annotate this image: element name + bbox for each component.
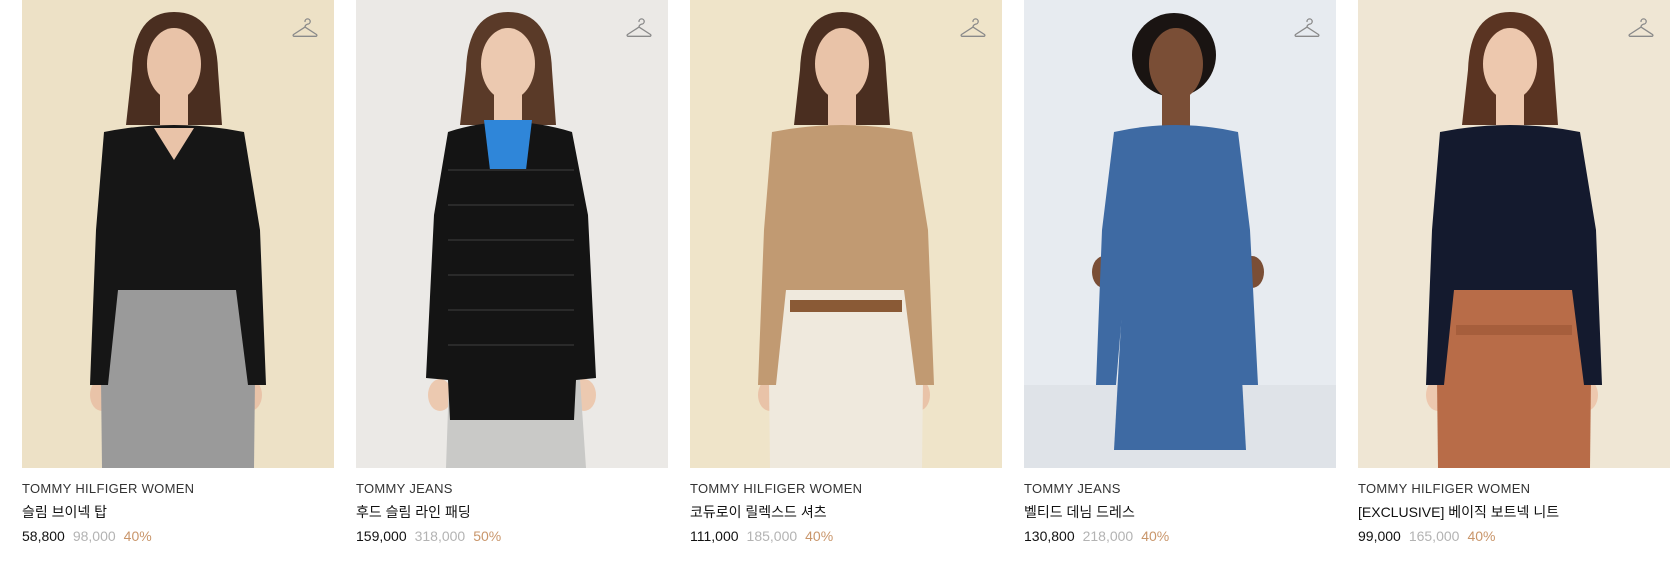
original-price: 218,000 [1082, 528, 1134, 544]
product-prices: 58,800 98,000 40% [22, 527, 334, 545]
original-price: 318,000 [414, 528, 466, 544]
original-price: 98,000 [72, 528, 116, 544]
product-brand[interactable]: TOMMY HILFIGER WOMEN [22, 481, 334, 497]
hanger-icon[interactable] [1628, 16, 1654, 40]
product-brand[interactable]: TOMMY JEANS [356, 481, 668, 497]
hanger-icon[interactable] [1294, 16, 1320, 40]
sale-price: 99,000 [1358, 528, 1401, 544]
sale-price: 111,000 [690, 528, 739, 544]
original-price: 165,000 [1408, 528, 1460, 544]
original-price: 185,000 [746, 528, 798, 544]
product-card[interactable]: TOMMY HILFIGER WOMEN [EXCLUSIVE] 베이직 보트넥 … [1358, 0, 1670, 545]
product-prices: 159,000 318,000 50% [356, 527, 668, 545]
product-prices: 99,000 165,000 40% [1358, 527, 1670, 545]
product-name[interactable]: [EXCLUSIVE] 베이직 보트넥 니트 [1358, 503, 1670, 521]
product-image[interactable] [1358, 0, 1670, 468]
product-prices: 130,800 218,000 40% [1024, 527, 1336, 545]
discount-rate: 40% [1467, 528, 1496, 544]
sale-price: 130,800 [1024, 528, 1075, 544]
sale-price: 58,800 [22, 528, 65, 544]
hanger-icon[interactable] [626, 16, 652, 40]
sale-price: 159,000 [356, 528, 407, 544]
product-card[interactable]: TOMMY HILFIGER WOMEN 슬림 브이넥 탑 58,800 98,000… [22, 0, 334, 545]
product-grid: TOMMY HILFIGER WOMEN 슬림 브이넥 탑 58,800 98,000… [22, 0, 1670, 545]
product-card[interactable]: TOMMY JEANS 벨티드 데님 드레스 130,800 218,000 40% [1024, 0, 1336, 545]
product-name[interactable]: 벨티드 데님 드레스 [1024, 503, 1336, 521]
product-prices: 111,000 185,000 40% [690, 527, 1002, 545]
discount-rate: 50% [473, 528, 502, 544]
product-brand[interactable]: TOMMY HILFIGER WOMEN [1358, 481, 1670, 497]
product-brand[interactable]: TOMMY JEANS [1024, 481, 1336, 497]
product-card[interactable]: TOMMY HILFIGER WOMEN 코듀로이 릴렉스드 셔츠 111,000 1… [690, 0, 1002, 545]
discount-rate: 40% [805, 528, 834, 544]
product-image[interactable] [690, 0, 1002, 468]
discount-rate: 40% [123, 528, 152, 544]
product-name[interactable]: 코듀로이 릴렉스드 셔츠 [690, 503, 1002, 521]
discount-rate: 40% [1141, 528, 1170, 544]
product-card[interactable]: TOMMY JEANS 후드 슬림 라인 패딩 159,000 318,000 50% [356, 0, 668, 545]
product-brand[interactable]: TOMMY HILFIGER WOMEN [690, 481, 1002, 497]
product-image[interactable] [22, 0, 334, 468]
product-image[interactable] [1024, 0, 1336, 468]
product-name[interactable]: 슬림 브이넥 탑 [22, 503, 334, 521]
hanger-icon[interactable] [960, 16, 986, 40]
hanger-icon[interactable] [292, 16, 318, 40]
product-name[interactable]: 후드 슬림 라인 패딩 [356, 503, 668, 521]
product-image[interactable] [356, 0, 668, 468]
